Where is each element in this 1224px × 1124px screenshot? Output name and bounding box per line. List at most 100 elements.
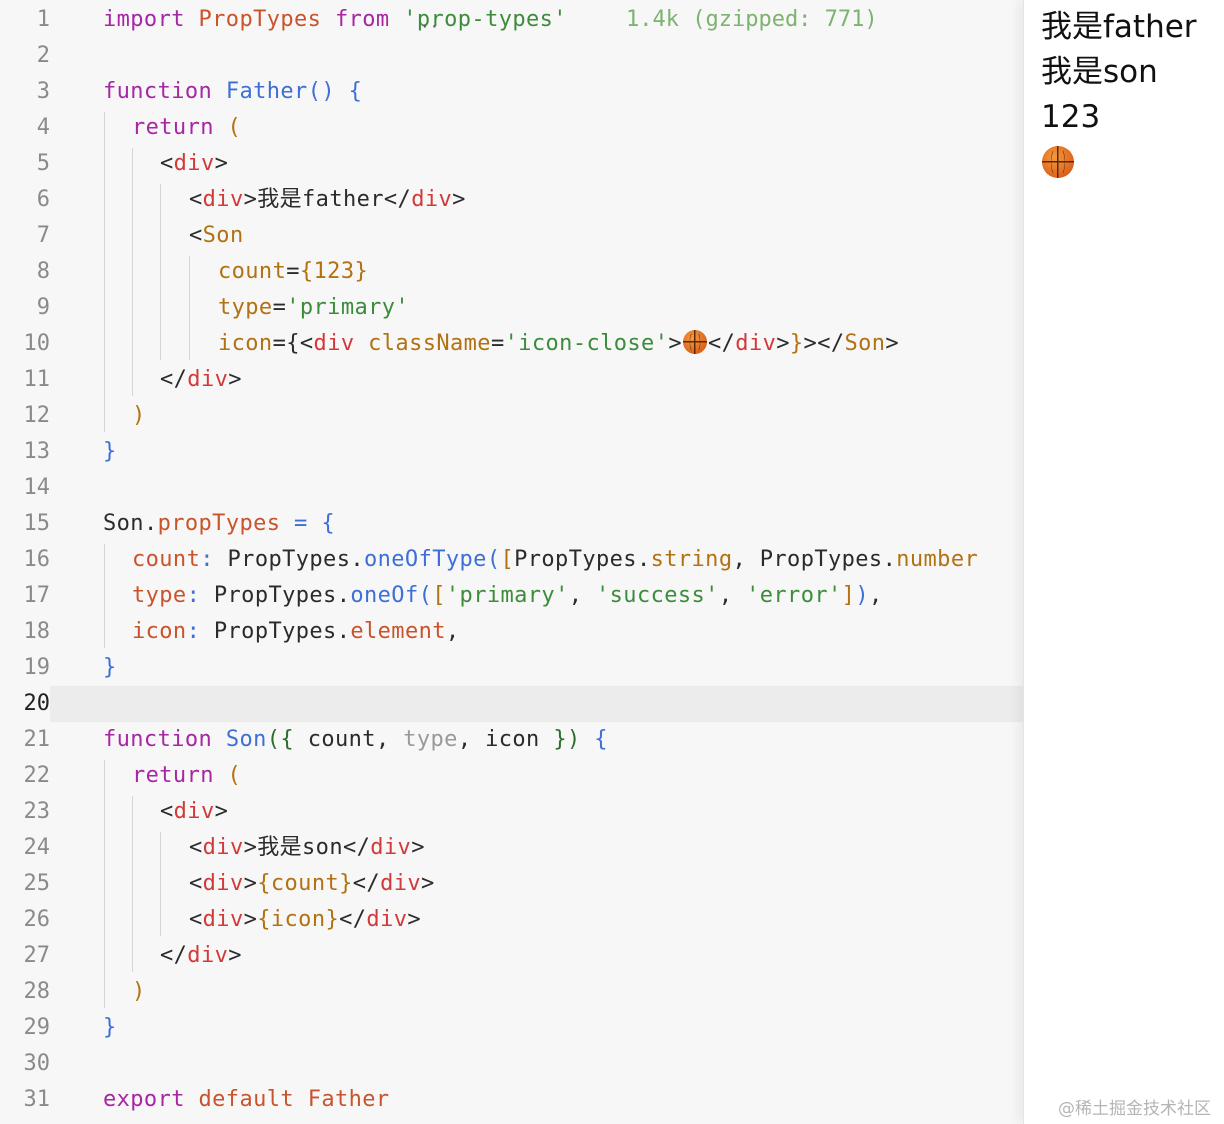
code-token: .	[336, 583, 351, 608]
code-text: count={123}	[218, 254, 368, 290]
code-line-14[interactable]: 14	[0, 470, 1023, 506]
code-line-6[interactable]: 6 <div>我是father</div>	[0, 182, 1023, 218]
code-token: >	[214, 799, 229, 824]
code-line-31[interactable]: 31 export default Father	[0, 1082, 1023, 1118]
code-token: }	[103, 655, 117, 680]
code-token: ]	[841, 583, 856, 608]
code-text: <div>	[160, 146, 228, 182]
code-token: className	[354, 331, 491, 356]
code-line-8[interactable]: 8 count={123}	[0, 254, 1023, 290]
code-token: div	[202, 871, 244, 896]
code-token: >	[885, 331, 900, 356]
code-token: div	[202, 835, 244, 860]
indent-guide	[104, 544, 105, 648]
code-token: div	[187, 367, 229, 392]
code-line-12[interactable]: 12 )	[0, 398, 1023, 434]
basketball-icon	[1041, 142, 1075, 186]
code-line-18[interactable]: 18 icon: PropTypes.element,	[0, 614, 1023, 650]
code-token: oneOf	[350, 583, 419, 608]
code-text: export default Father	[103, 1082, 390, 1118]
code-token: from	[321, 7, 404, 32]
code-line-1[interactable]: 1 import PropTypes from 'prop-types' 1.4…	[0, 2, 1023, 38]
code-line-10[interactable]: 10 icon={<div className='icon-close'> </d…	[0, 326, 1023, 362]
code-token: >	[228, 367, 242, 392]
code-token: {	[321, 511, 335, 536]
code-token: type	[218, 295, 273, 320]
code-token: </	[160, 367, 188, 392]
code-token: <	[160, 151, 174, 176]
code-token: string	[650, 547, 733, 572]
code-line-24[interactable]: 24 <div>我是son</div>	[0, 830, 1023, 866]
code-token: .	[882, 547, 897, 572]
code-line-26[interactable]: 26 <div>{icon}</div>	[0, 902, 1023, 938]
code-token: return	[132, 115, 214, 140]
code-line-4[interactable]: 4 return (	[0, 110, 1023, 146]
code-token: <	[189, 871, 203, 896]
code-token: }	[103, 1015, 117, 1040]
code-line-21[interactable]: 21 function Son({ count, type, icon }) {	[0, 722, 1023, 758]
code-line-3[interactable]: 3 function Father() {	[0, 74, 1023, 110]
code-line-19[interactable]: 19 }	[0, 650, 1023, 686]
code-text: <div>{icon}</div>	[189, 902, 421, 938]
code-line-5[interactable]: 5 <div>	[0, 146, 1023, 182]
render-preview-panel: 我是father 我是son 123	[1023, 0, 1224, 1124]
code-token: >我是father</	[243, 187, 412, 212]
count-text: 123	[1041, 99, 1101, 135]
code-line-23[interactable]: 23 <div>	[0, 794, 1023, 830]
code-token: ></	[803, 331, 845, 356]
code-line-11[interactable]: 11 </div>	[0, 362, 1023, 398]
code-line-29[interactable]: 29 }	[0, 1010, 1023, 1046]
line-number: 1	[36, 7, 50, 32]
code-line-7[interactable]: 7 <Son	[0, 218, 1023, 254]
code-line-17[interactable]: 17 type: PropTypes.oneOf(['primary', 'su…	[0, 578, 1023, 614]
code-token: (	[486, 547, 501, 572]
code-token: >	[452, 187, 466, 212]
code-token: PropTypes	[184, 7, 322, 32]
code-token: {icon}	[257, 907, 340, 932]
code-line-30[interactable]: 30	[0, 1046, 1023, 1082]
indent-guide	[104, 112, 105, 432]
code-line-16[interactable]: 16 count: PropTypes.oneOfType([PropTypes…	[0, 542, 1023, 578]
code-line-25[interactable]: 25 <div>{count}</div>	[0, 866, 1023, 902]
code-token: PropTypes	[213, 583, 337, 608]
code-line-9[interactable]: 9 type='primary'	[0, 290, 1023, 326]
code-token: }	[103, 439, 117, 464]
code-token: div	[202, 907, 244, 932]
code-text: <div>我是son</div>	[189, 830, 425, 866]
line-number: 13	[23, 439, 51, 464]
code-token: <	[189, 907, 203, 932]
code-token: ,	[868, 583, 883, 608]
code-line-28[interactable]: 28 )	[0, 974, 1023, 1010]
code-token: div	[202, 187, 244, 212]
code-line-2[interactable]: 2	[0, 38, 1023, 74]
code-token: {count}	[257, 871, 353, 896]
code-line-15[interactable]: 15 Son.propTypes = {	[0, 506, 1023, 542]
code-token: PropTypes	[514, 547, 637, 572]
line-number: 27	[23, 943, 51, 968]
line-number: 7	[36, 223, 50, 248]
code-token: :	[186, 583, 214, 608]
code-text: Son.propTypes = {	[103, 506, 335, 542]
watermark: @稀土掘金技术社区	[1058, 1099, 1211, 1119]
code-token: PropTypes	[759, 547, 883, 572]
code-text: )	[132, 974, 146, 1010]
code-editor[interactable]: 1 import PropTypes from 'prop-types' 1.4…	[0, 0, 1023, 1124]
code-line-20-current[interactable]: 20	[0, 686, 1023, 722]
code-token: function	[103, 727, 213, 752]
code-text: icon: PropTypes.element,	[132, 614, 460, 650]
code-line-27[interactable]: 27 </div>	[0, 938, 1023, 974]
line-number: 16	[23, 547, 51, 572]
code-token: </	[339, 907, 367, 932]
code-text: <div>我是father</div>	[189, 182, 466, 218]
code-token: <	[189, 223, 203, 248]
code-token: export	[103, 1087, 185, 1112]
line-number: 18	[23, 619, 51, 644]
code-text: }	[103, 434, 117, 470]
code-token: (	[418, 583, 433, 608]
ellipsis-icon[interactable]: ··	[420, 19, 439, 35]
code-line-22[interactable]: 22 return (	[0, 758, 1023, 794]
code-token: propTypes	[157, 511, 281, 536]
line-number: 17	[23, 583, 51, 608]
code-line-13[interactable]: 13 }	[0, 434, 1023, 470]
code-text: function Son({ count, type, icon }) {	[103, 722, 608, 758]
